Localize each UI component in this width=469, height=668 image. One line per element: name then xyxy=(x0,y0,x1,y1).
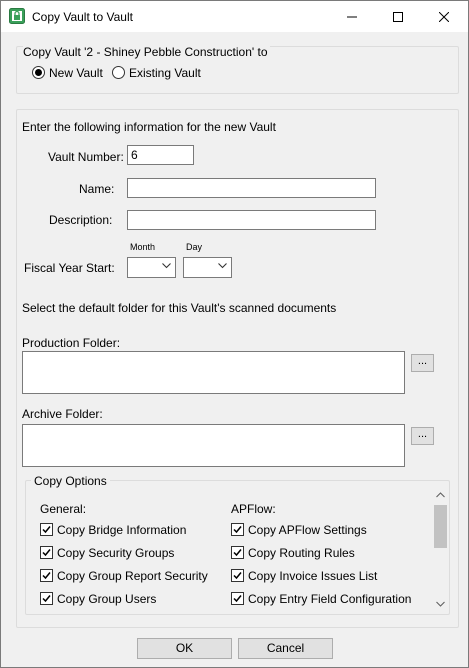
vault-number-label: Vault Number: xyxy=(48,150,124,164)
general-heading: General: xyxy=(40,502,87,516)
chevron-down-icon xyxy=(162,263,171,269)
copy-group-users-checkbox[interactable] xyxy=(40,592,53,605)
month-select[interactable] xyxy=(127,257,176,278)
vault-number-input[interactable]: 6 xyxy=(127,145,194,165)
copy-bridge-information-checkbox[interactable] xyxy=(40,523,53,536)
copy-vault-dialog: Copy Vault to Vault Copy Vault '2 - Shin… xyxy=(0,0,469,668)
checkmark-icon xyxy=(233,572,242,580)
copy-invoice-issues-list-checkbox[interactable] xyxy=(231,569,244,582)
copy-entry-field-configuration-checkbox[interactable] xyxy=(231,592,244,605)
copy-group-report-security-label[interactable]: Copy Group Report Security xyxy=(57,569,208,583)
existing-vault-radio[interactable] xyxy=(112,66,125,79)
maximize-icon xyxy=(393,11,403,22)
maximize-button[interactable] xyxy=(375,1,421,32)
cancel-button-label: Cancel xyxy=(266,641,305,655)
description-input[interactable] xyxy=(127,210,376,230)
close-button[interactable] xyxy=(421,1,467,32)
copy-apflow-settings-checkbox[interactable] xyxy=(231,523,244,536)
scroll-down-icon[interactable] xyxy=(436,601,445,607)
existing-vault-label[interactable]: Existing Vault xyxy=(129,66,201,80)
ok-button-label: OK xyxy=(175,641,194,655)
copy-target-label: Copy Vault '2 - Shiney Pebble Constructi… xyxy=(23,45,270,59)
title-bar: Copy Vault to Vault xyxy=(1,1,468,32)
name-label: Name: xyxy=(79,182,115,196)
checkmark-icon xyxy=(233,526,242,534)
copy-apflow-settings-label[interactable]: Copy APFlow Settings xyxy=(248,523,367,537)
production-folder-label: Production Folder: xyxy=(22,336,121,350)
fiscal-year-label: Fiscal Year Start: xyxy=(24,261,115,275)
copy-security-groups-label[interactable]: Copy Security Groups xyxy=(57,546,174,560)
description-label: Description: xyxy=(49,213,113,227)
copy-invoice-issues-list-label[interactable]: Copy Invoice Issues List xyxy=(248,569,377,583)
copy-routing-rules-checkbox[interactable] xyxy=(231,546,244,559)
scroll-thumb[interactable] xyxy=(434,505,447,548)
checkmark-icon xyxy=(42,526,51,534)
copy-entry-field-configuration-label[interactable]: Copy Entry Field Configuration xyxy=(248,592,411,606)
checkmark-icon xyxy=(233,595,242,603)
scroll-up-icon[interactable] xyxy=(436,492,445,498)
checkmark-icon xyxy=(233,549,242,557)
copy-bridge-information-label[interactable]: Copy Bridge Information xyxy=(57,523,186,537)
day-select[interactable] xyxy=(183,257,232,278)
vault-app-icon xyxy=(9,8,25,24)
new-vault-label[interactable]: New Vault xyxy=(49,66,103,80)
window-title: Copy Vault to Vault xyxy=(32,10,133,24)
minimize-button[interactable] xyxy=(329,1,375,32)
archive-browse-button[interactable]: ... xyxy=(411,427,434,445)
archive-folder-input[interactable] xyxy=(22,424,405,467)
archive-folder-label: Archive Folder: xyxy=(22,407,103,421)
ok-button[interactable]: OK xyxy=(137,638,232,659)
folder-instructions: Select the default folder for this Vault… xyxy=(22,301,337,315)
day-label: Day xyxy=(186,242,203,252)
close-icon xyxy=(439,11,449,22)
month-label: Month xyxy=(130,242,156,252)
copy-options-title: Copy Options xyxy=(31,474,110,488)
minimize-icon xyxy=(347,16,357,17)
copy-options-scrollbar[interactable] xyxy=(432,488,449,612)
chevron-down-icon xyxy=(218,263,227,269)
new-vault-radio[interactable] xyxy=(32,66,45,79)
form-instructions: Enter the following information for the … xyxy=(22,120,276,134)
production-browse-button[interactable]: ... xyxy=(411,354,434,372)
checkmark-icon xyxy=(42,549,51,557)
apflow-heading: APFlow: xyxy=(231,502,276,516)
copy-security-groups-checkbox[interactable] xyxy=(40,546,53,559)
cancel-button[interactable]: Cancel xyxy=(238,638,333,659)
copy-group-report-security-checkbox[interactable] xyxy=(40,569,53,582)
production-folder-input[interactable] xyxy=(22,351,405,394)
checkmark-icon xyxy=(42,595,51,603)
name-input[interactable] xyxy=(127,178,376,198)
copy-routing-rules-label[interactable]: Copy Routing Rules xyxy=(248,546,355,560)
copy-group-users-label[interactable]: Copy Group Users xyxy=(57,592,156,606)
checkmark-icon xyxy=(42,572,51,580)
